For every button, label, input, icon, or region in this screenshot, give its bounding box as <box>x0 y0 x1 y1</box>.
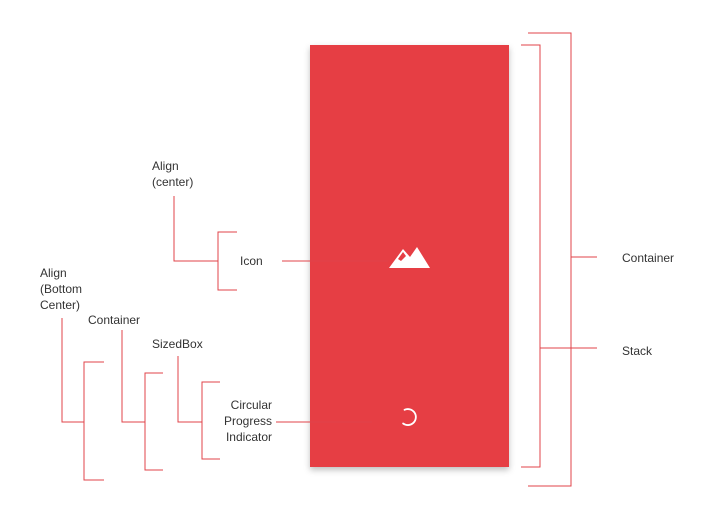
align-center-bracket <box>217 231 237 291</box>
align-bottom-center-line <box>61 318 84 423</box>
container-left-line <box>121 330 145 423</box>
align-center-line <box>173 196 218 262</box>
container-red-background <box>310 45 509 467</box>
label-circular-progress-indicator: Circular Progress Indicator <box>223 398 272 444</box>
sized-box-line <box>177 356 202 423</box>
stack-bracket <box>521 44 541 468</box>
label-align-bottom-center: Align (Bottom Center) <box>40 266 83 312</box>
label-sized-box: SizedBox <box>152 337 203 351</box>
align-bottom-center-bracket <box>83 361 104 481</box>
label-container-left: Container <box>88 313 141 327</box>
label-stack: Stack <box>622 344 653 358</box>
container-right-bracket <box>528 32 572 487</box>
label-align-center: Align (center) <box>152 159 194 189</box>
annotation-lines <box>61 32 597 487</box>
sized-box-bracket <box>201 381 220 460</box>
label-icon: Icon <box>240 254 263 268</box>
label-container-right: Container <box>622 251 675 265</box>
container-left-bracket <box>144 372 163 471</box>
